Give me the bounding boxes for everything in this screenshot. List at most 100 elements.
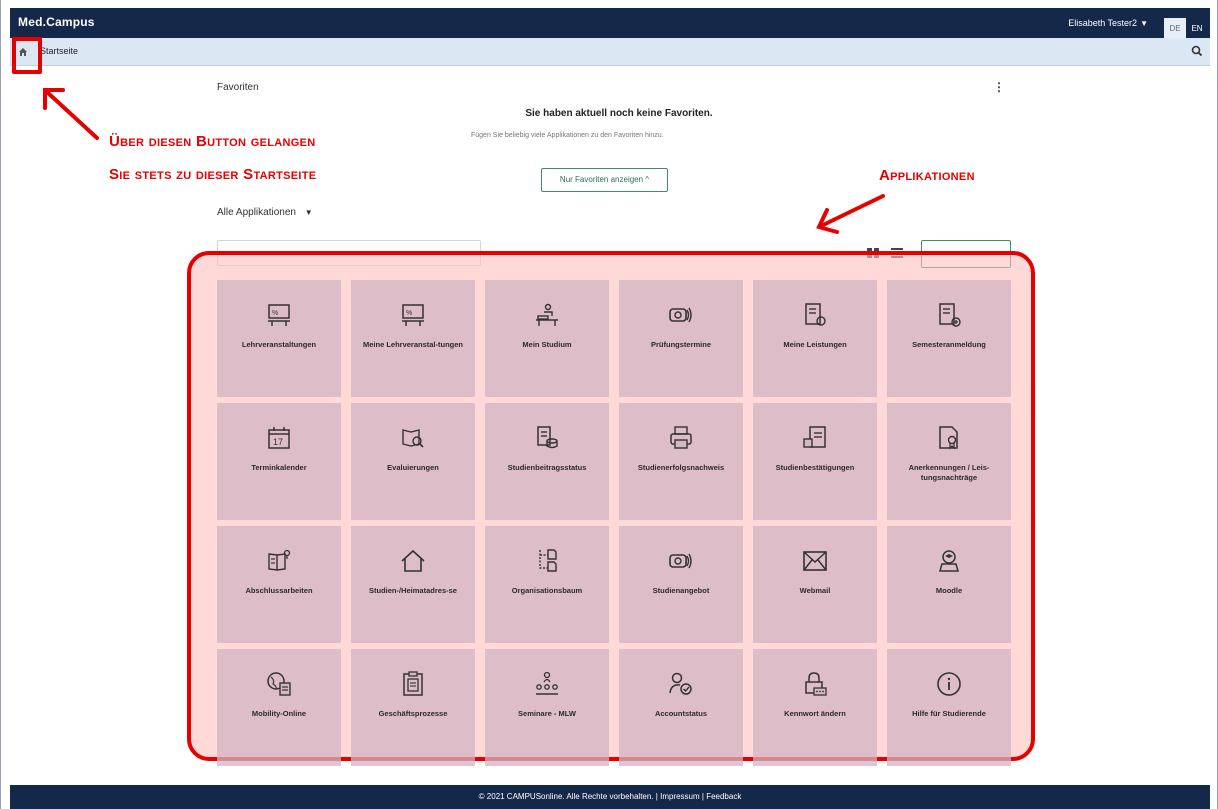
app-tile-label: Terminkalender — [251, 463, 307, 472]
app-tile[interactable]: Studienbeitragsstatus — [485, 403, 609, 520]
annotation-home-line1: Über diesen Button gelangen — [109, 133, 316, 150]
app-tile-label: Studienbestätigungen — [775, 463, 855, 472]
app-tile-label: Geschäftsprozesse — [378, 709, 448, 718]
evaluation-icon — [400, 425, 426, 451]
exam-icon — [668, 302, 694, 328]
grades-icon — [802, 302, 828, 328]
applications-grid: % Lehrveranstaltungen% Meine Lehrveranstal… — [217, 280, 1011, 766]
feedback-link[interactable]: Feedback — [706, 792, 741, 801]
footer-copyright: © 2021 CAMPUSonline. Alle Rechte vorbeha… — [478, 792, 654, 801]
app-tile-label: Prüfungstermine — [650, 340, 711, 349]
app-tile-label: Hilfe für Studierende — [912, 709, 986, 718]
thesis-icon — [266, 548, 292, 574]
app-tile[interactable]: Hilfe für Studierende — [887, 649, 1011, 766]
app-tile-label: Semesteranmeldung — [912, 340, 986, 349]
app-tile[interactable]: 17 Terminkalender — [217, 403, 341, 520]
app-tile-label: Webmail — [799, 586, 831, 595]
user-menu[interactable]: Elisabeth Tester2 ▼ — [1068, 18, 1148, 28]
app-tile[interactable]: Moodle — [887, 526, 1011, 643]
app-tile[interactable]: Evaluierungen — [351, 403, 475, 520]
app-tile[interactable]: % Lehrveranstaltungen — [217, 280, 341, 397]
org-tree-icon — [534, 548, 560, 574]
account-status-icon — [668, 671, 694, 697]
app-tile[interactable]: Prüfungstermine — [619, 280, 743, 397]
breadcrumb-current: Startseite — [40, 46, 79, 56]
app-tile[interactable]: Meine Leistungen — [753, 280, 877, 397]
app-tile-label: Studien-/Heimatadres-se — [369, 586, 457, 595]
app-tile-label: Kennwort ändern — [784, 709, 846, 718]
lock-icon — [802, 671, 828, 697]
favorites-empty-message: Sie haben aktuell noch keine Favoriten. — [525, 108, 713, 119]
app-tile-label: Accountstatus — [654, 709, 708, 718]
brand-logo[interactable]: Med.Campus — [18, 15, 95, 29]
course-offer-icon — [668, 548, 694, 574]
svg-text:17: 17 — [273, 437, 283, 447]
app-tile[interactable]: Studien-/Heimatadres-se — [351, 526, 475, 643]
fee-status-icon — [534, 425, 560, 451]
svg-text:%: % — [272, 310, 278, 317]
app-tile-label: Organisationsbaum — [511, 586, 583, 595]
app-tile[interactable]: Webmail — [753, 526, 877, 643]
app-tile[interactable]: Semesteranmeldung — [887, 280, 1011, 397]
recognition-icon — [936, 425, 962, 451]
lecture-icon: % — [400, 302, 426, 328]
app-tile[interactable]: Geschäftsprozesse — [351, 649, 475, 766]
mail-icon — [802, 548, 828, 574]
app-tile-label: Studienbeitragsstatus — [507, 463, 587, 472]
calendar-icon: 17 — [266, 425, 292, 451]
favorites-only-toggle-button[interactable]: Nur Favoriten anzeigen ^ — [541, 168, 668, 192]
top-navbar: Med.Campus Elisabeth Tester2 ▼ DE EN — [10, 8, 1210, 38]
app-tile-label: Meine Leistungen — [783, 340, 847, 349]
app-tile-label: Mein Studium — [522, 340, 572, 349]
printer-icon — [668, 425, 694, 451]
app-tile[interactable]: Studienangebot — [619, 526, 743, 643]
clipboard-icon — [400, 671, 426, 697]
annotation-applications: Applikationen — [879, 167, 975, 184]
certificate-icon — [802, 425, 828, 451]
semester-registration-icon — [936, 302, 962, 328]
moodle-icon — [936, 548, 962, 574]
app-tile-label: Moodle — [935, 586, 963, 595]
study-desk-icon — [534, 302, 560, 328]
app-tile-label: Mobility-Online — [251, 709, 307, 718]
favorites-hint: Fügen Sie beliebig viele Applikationen z… — [471, 132, 664, 139]
app-tile[interactable]: Seminare - MLW — [485, 649, 609, 766]
house-icon — [400, 548, 426, 574]
info-icon — [936, 671, 962, 697]
app-tile[interactable]: Studienbestätigungen — [753, 403, 877, 520]
app-tile[interactable]: Abschlussarbeiten — [217, 526, 341, 643]
applications-dropdown-label: Alle Applikationen — [217, 207, 296, 218]
app-tile[interactable]: Studienerfolgsnachweis — [619, 403, 743, 520]
footer: © 2021 CAMPUSonline. Alle Rechte vorbeha… — [10, 785, 1210, 809]
home-icon — [19, 48, 27, 56]
app-tile-label: Anerkennungen / Leis-tungsnachträge — [908, 463, 990, 482]
page: Med.Campus Elisabeth Tester2 ▼ DE EN Star… — [0, 0, 1218, 809]
language-de-button[interactable]: DE — [1164, 18, 1186, 38]
app-tile[interactable]: % Meine Lehrveranstal-tungen — [351, 280, 475, 397]
app-tile[interactable]: Accountstatus — [619, 649, 743, 766]
app-tile[interactable]: Mobility-Online — [217, 649, 341, 766]
caret-down-icon: ▼ — [1140, 19, 1148, 28]
search-icon[interactable] — [1190, 44, 1204, 58]
app-tile-label: Seminare - MLW — [518, 709, 576, 718]
favorites-title: Favoriten — [217, 82, 259, 93]
impressum-link[interactable]: Impressum — [660, 792, 700, 801]
language-en-button[interactable]: EN — [1186, 18, 1208, 38]
annotation-home-line2: Sie stets zu dieser Startseite — [109, 166, 317, 183]
app-tile[interactable]: Mein Studium — [485, 280, 609, 397]
app-tile[interactable]: Kennwort ändern — [753, 649, 877, 766]
app-tile-label: Studienangebot — [652, 586, 710, 595]
svg-text:%: % — [406, 310, 412, 317]
breadcrumb: Startseite — [10, 38, 1210, 66]
user-name: Elisabeth Tester2 — [1068, 18, 1138, 28]
app-tile[interactable]: Anerkennungen / Leis-tungsnachträge — [887, 403, 1011, 520]
applications-filter-dropdown[interactable]: Alle Applikationen ▼ — [217, 207, 313, 218]
seminar-icon — [534, 671, 560, 697]
app-tile-label: Evaluierungen — [387, 463, 439, 472]
globe-icon — [266, 671, 292, 697]
kebab-icon[interactable]: ⋮ — [993, 80, 1005, 94]
home-button[interactable] — [13, 42, 33, 62]
app-tile[interactable]: Organisationsbaum — [485, 526, 609, 643]
app-tile-label: Meine Lehrveranstal-tungen — [362, 340, 464, 349]
app-tile-label: Studienerfolgsnachweis — [637, 463, 725, 472]
